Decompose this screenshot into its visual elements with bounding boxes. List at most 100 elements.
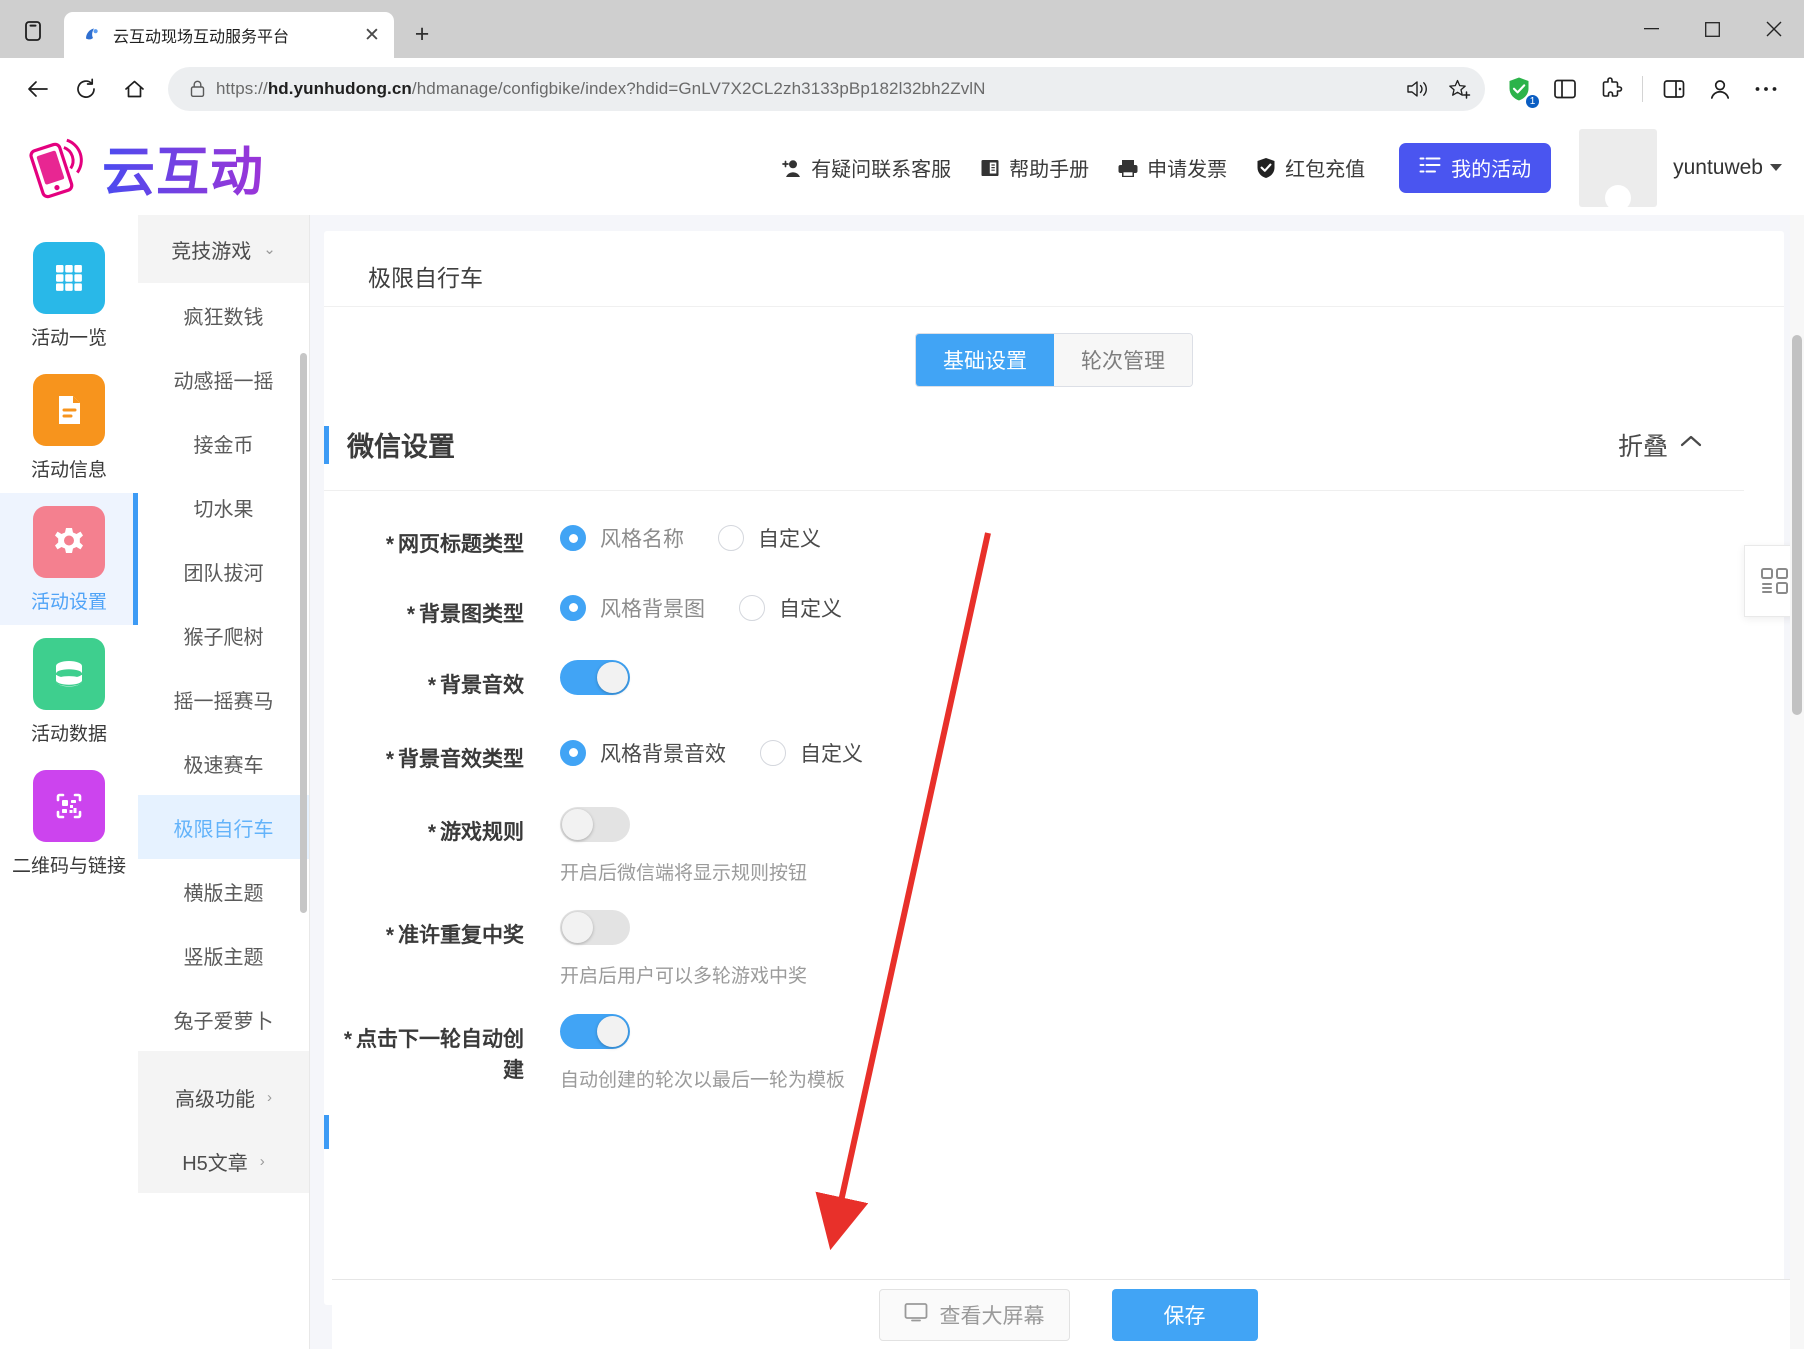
minimize-button[interactable] bbox=[1621, 0, 1682, 58]
toggle-allow-repeat-win[interactable] bbox=[560, 910, 630, 946]
field-control: 开启后用户可以多轮游戏中奖 bbox=[524, 910, 807, 991]
game-menu-item[interactable]: 疯狂数钱 bbox=[138, 283, 309, 347]
radio-option-style-background[interactable]: 风格背景图 bbox=[560, 593, 705, 623]
game-menu-item[interactable]: 摇一摇赛马 bbox=[138, 667, 309, 731]
section-header: 微信设置 折叠 bbox=[324, 425, 1744, 464]
field-label: * 背景音效类型 bbox=[324, 734, 524, 776]
field-label: * 网页标题类型 bbox=[324, 519, 524, 561]
sidebar-item-activity-settings[interactable]: 活动设置 bbox=[0, 493, 138, 625]
split-screen-icon[interactable] bbox=[1652, 67, 1696, 111]
toggle-auto-create-next-round[interactable] bbox=[560, 1013, 630, 1049]
printer-icon bbox=[1117, 157, 1139, 179]
radio-option-custom[interactable]: 自定义 bbox=[739, 593, 842, 623]
action-bar: 查看大屏幕 保存 bbox=[332, 1279, 1804, 1349]
field-label: * 背景音效 bbox=[324, 660, 524, 702]
tab-search-icon[interactable] bbox=[10, 8, 56, 54]
game-menu-item[interactable]: 切水果 bbox=[138, 475, 309, 539]
gear-icon bbox=[33, 506, 105, 578]
game-menu-item[interactable]: 横版主题 bbox=[138, 859, 309, 923]
section-title: 微信设置 bbox=[347, 432, 455, 462]
game-menu-item[interactable]: 动感摇一摇 bbox=[138, 347, 309, 411]
tab-basic-settings[interactable]: 基础设置 bbox=[916, 334, 1054, 386]
lock-icon bbox=[186, 80, 208, 98]
close-window-button[interactable] bbox=[1743, 0, 1804, 58]
field-label-text: 背景音效类型 bbox=[398, 747, 524, 771]
radio-option-style-sound[interactable]: 风格背景音效 bbox=[560, 738, 726, 768]
game-menu-item[interactable]: 接金币 bbox=[138, 411, 309, 475]
required-star: * bbox=[427, 674, 436, 697]
field-row-background-image-type: * 背景图类型 风格背景图 自定义 bbox=[324, 589, 1784, 631]
collections-icon[interactable] bbox=[1543, 67, 1587, 111]
sidebar-item-activity-data[interactable]: 活动数据 bbox=[0, 625, 138, 757]
chevron-right-icon: › bbox=[259, 1152, 265, 1170]
radio-option-custom[interactable]: 自定义 bbox=[760, 738, 863, 768]
reload-icon[interactable] bbox=[64, 67, 108, 111]
game-menu-item[interactable]: 极速赛车 bbox=[138, 731, 309, 795]
avatar-person-icon bbox=[1605, 184, 1632, 207]
chevron-down-icon: ⌄ bbox=[263, 241, 276, 258]
read-aloud-icon[interactable] bbox=[1401, 72, 1435, 106]
toggle-background-sound[interactable] bbox=[560, 660, 630, 695]
home-icon[interactable] bbox=[112, 67, 156, 111]
sidebar-item-qrcode-link[interactable]: 二维码与链接 bbox=[0, 757, 138, 889]
toggle-game-rules[interactable] bbox=[560, 807, 630, 842]
phone-logo-icon bbox=[20, 136, 98, 200]
collapse-toggle[interactable]: 折叠 bbox=[1618, 427, 1704, 463]
header-links: 有疑问联系客服 帮助手册 申请发票 红包充值 bbox=[781, 153, 1365, 182]
window-controls bbox=[1621, 0, 1804, 58]
header-link-manual[interactable]: 帮助手册 bbox=[979, 153, 1089, 182]
game-menu-item[interactable]: 团队拔河 bbox=[138, 539, 309, 603]
my-activity-button[interactable]: 我的活动 bbox=[1399, 142, 1552, 193]
browser-window: 云互动现场互动服务平台 ✕ + https://hd.yunhudong.cn/… bbox=[0, 0, 1804, 1349]
radio-option-custom[interactable]: 自定义 bbox=[718, 523, 821, 553]
game-menu-group-header[interactable]: 竞技游戏 ⌄ bbox=[138, 215, 309, 283]
radio-option-style-name[interactable]: 风格名称 bbox=[560, 523, 684, 553]
book-icon bbox=[979, 157, 1001, 179]
field-label: * 游戏规则 bbox=[324, 807, 524, 849]
sidebar-item-activity-overview[interactable]: 活动一览 bbox=[0, 229, 138, 361]
tab-round-management[interactable]: 轮次管理 bbox=[1054, 334, 1192, 386]
header-link-invoice[interactable]: 申请发票 bbox=[1117, 153, 1227, 182]
game-menu-scrollbar[interactable] bbox=[300, 353, 307, 913]
chevron-up-icon bbox=[1678, 430, 1704, 459]
avatar[interactable] bbox=[1579, 128, 1658, 207]
page-scrollbar-thumb[interactable] bbox=[1792, 335, 1802, 715]
header-link-support[interactable]: 有疑问联系客服 bbox=[781, 153, 951, 182]
sidebar-item-activity-info[interactable]: 活动信息 bbox=[0, 361, 138, 493]
field-label: * 点击下一轮自动创建 bbox=[324, 1014, 524, 1087]
site-logo[interactable]: 云互动 bbox=[20, 130, 264, 206]
address-bar[interactable]: https://hd.yunhudong.cn/hdmanage/configb… bbox=[168, 67, 1485, 111]
game-menu-group-label: 竞技游戏 bbox=[171, 240, 252, 263]
game-menu-item-selected[interactable]: 极限自行车 bbox=[138, 795, 309, 859]
my-activity-label: 我的活动 bbox=[1451, 159, 1532, 181]
radio-dot-icon bbox=[560, 739, 586, 766]
new-tab-button[interactable]: + bbox=[404, 16, 440, 52]
save-button[interactable]: 保存 bbox=[1111, 1288, 1258, 1341]
tab-close-icon[interactable]: ✕ bbox=[358, 21, 386, 49]
add-favorite-icon[interactable] bbox=[1443, 72, 1477, 106]
extensions-puzzle-icon[interactable] bbox=[1589, 67, 1633, 111]
header-link-label: 申请发票 bbox=[1147, 159, 1228, 181]
browser-tab[interactable]: 云互动现场互动服务平台 ✕ bbox=[64, 12, 394, 58]
extension-badge-count: 1 bbox=[1526, 95, 1539, 108]
adblock-extension-icon[interactable]: 1 bbox=[1497, 67, 1541, 111]
page-scrollbar-track[interactable] bbox=[1790, 215, 1804, 1349]
maximize-button[interactable] bbox=[1682, 0, 1743, 58]
game-menu-group-advanced[interactable]: 高级功能 › bbox=[138, 1065, 309, 1129]
view-big-screen-button[interactable]: 查看大屏幕 bbox=[878, 1288, 1070, 1341]
browser-tab-title: 云互动现场互动服务平台 bbox=[113, 29, 290, 46]
profile-icon[interactable] bbox=[1698, 67, 1742, 111]
game-menu-item[interactable]: 兔子爱萝卜 bbox=[138, 987, 309, 1051]
game-menu-item[interactable]: 猴子爬树 bbox=[138, 603, 309, 667]
more-options-icon[interactable] bbox=[1744, 67, 1788, 111]
user-name-label: yuntuweb bbox=[1673, 155, 1763, 179]
game-menu-group-label: 高级功能 bbox=[175, 1088, 255, 1111]
header-link-recharge[interactable]: 红包充值 bbox=[1255, 153, 1365, 182]
game-menu-item[interactable]: 竖版主题 bbox=[138, 923, 309, 987]
game-menu-group-h5[interactable]: H5文章 › bbox=[138, 1129, 309, 1193]
panel-grid-icon bbox=[1760, 568, 1788, 594]
user-menu[interactable]: yuntuweb bbox=[1673, 156, 1782, 180]
field-label-text: 网页标题类型 bbox=[398, 533, 524, 556]
back-icon[interactable] bbox=[16, 67, 60, 111]
field-label-text: 游戏规则 bbox=[440, 821, 524, 844]
